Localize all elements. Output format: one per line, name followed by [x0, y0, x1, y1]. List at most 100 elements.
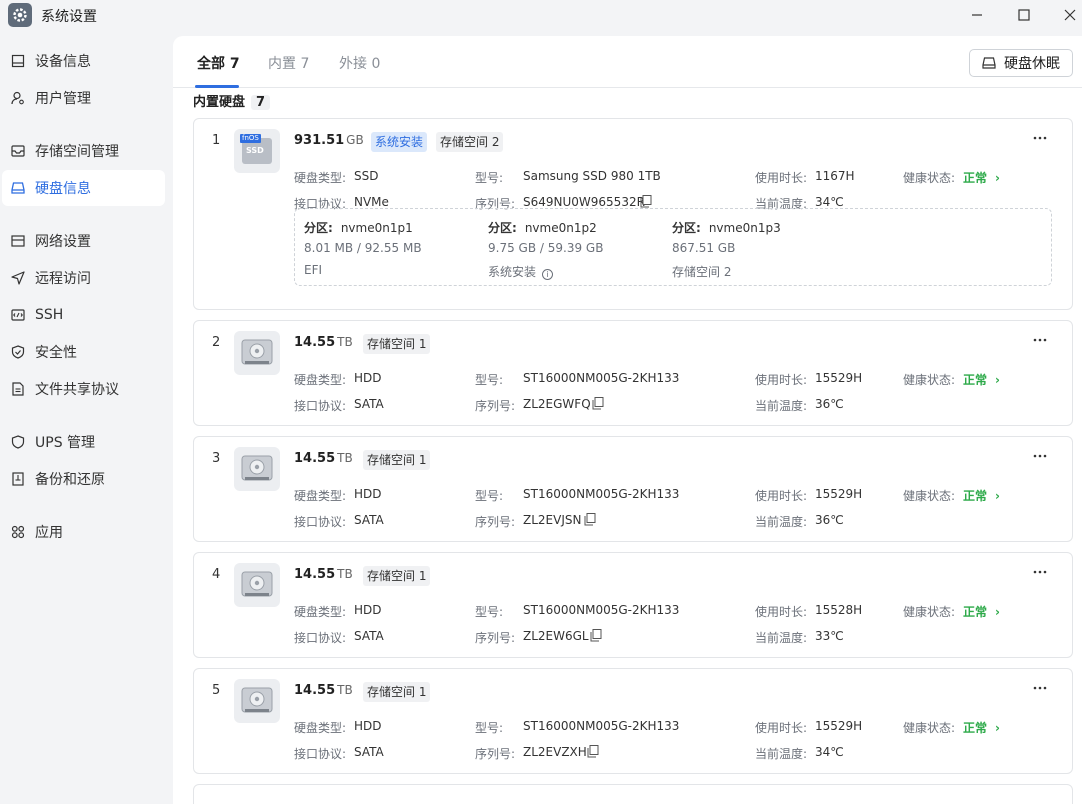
copy-icon[interactable]	[592, 397, 604, 410]
copy-icon[interactable]	[590, 629, 602, 642]
capacity-unit: TB	[337, 683, 353, 697]
partition-usage: 867.51 GB	[672, 241, 736, 255]
tab-external[interactable]: 外接 0	[339, 53, 380, 73]
uptime-label: 使用时长:	[755, 171, 808, 185]
sidebar-item-remote-access[interactable]: 远程访问	[2, 260, 165, 296]
temperature-value: 33℃	[815, 629, 844, 643]
model-label: 型号:	[475, 489, 504, 503]
health-label: 健康状态:	[903, 721, 956, 735]
sidebar-item-backup[interactable]: 备份和还原	[2, 461, 165, 497]
info-icon[interactable]: i	[542, 269, 554, 280]
sidebar-item-label: 备份和还原	[35, 472, 105, 488]
interface-value: SATA	[354, 629, 384, 643]
chevron-right-icon: ›	[995, 373, 1000, 387]
partition-title: 分区: nvme0n1p1	[304, 219, 413, 236]
sidebar-item-label: 硬盘信息	[35, 181, 91, 197]
more-options-icon[interactable]	[1030, 681, 1050, 695]
capacity-unit: GB	[346, 133, 364, 147]
tab-bar: 全部 7 内置 7 外接 0	[173, 36, 1082, 88]
tag-storage-space[interactable]: 存储空间 2	[436, 132, 504, 152]
interface-value: NVMe	[354, 195, 389, 209]
health-label: 健康状态:	[903, 171, 956, 185]
health-status-link[interactable]: 正常 ›	[963, 371, 1000, 388]
partition-label: 分区:	[672, 221, 701, 235]
capacity-value: 14.55	[294, 335, 336, 350]
uptime-label: 使用时长:	[755, 373, 808, 387]
sidebar-item-disk-info[interactable]: 硬盘信息	[2, 170, 165, 206]
sidebar-item-label: 应用	[35, 525, 63, 541]
capacity-unit: TB	[337, 451, 353, 465]
more-options-icon[interactable]	[1030, 449, 1050, 463]
disk-capacity: 14.55 TB	[294, 683, 353, 698]
disk-index: 2	[212, 335, 221, 350]
health-status-link[interactable]: 正常 ›	[963, 487, 1000, 504]
tag-storage-space[interactable]: 存储空间 1	[363, 566, 431, 586]
copy-icon[interactable]	[584, 513, 596, 526]
copy-icon[interactable]	[640, 195, 652, 208]
disk-type-label: 硬盘类型:	[294, 489, 347, 503]
sidebar-item-storage[interactable]: 存储空间管理	[2, 133, 165, 169]
sidebar-item-device-info[interactable]: 设备信息	[2, 43, 165, 79]
sidebar-item-security[interactable]: 安全性	[2, 334, 165, 370]
tab-all[interactable]: 全部 7	[197, 53, 240, 73]
disk-sleep-button[interactable]: 硬盘休眠	[969, 49, 1073, 77]
tag-storage-space[interactable]: 存储空间 1	[363, 682, 431, 702]
hdd-icon	[234, 447, 280, 491]
health-value: 正常	[963, 373, 988, 387]
partition-label: 分区:	[304, 221, 333, 235]
tag-system-install[interactable]: 系统安装	[371, 132, 428, 152]
disk-capacity: 14.55 TB	[294, 335, 353, 350]
section-title-text: 内置硬盘	[193, 95, 246, 110]
interface-value: SATA	[354, 513, 384, 527]
more-options-icon[interactable]	[1030, 131, 1050, 145]
health-value: 正常	[963, 489, 988, 503]
partition-purpose: 存储空间 2	[672, 265, 732, 279]
section-count: 7	[251, 95, 271, 110]
close-button[interactable]	[1055, 2, 1082, 28]
disk-card: 2 14.55 TB 存储空间 1 硬盘类型: HDD 接口协议: SATA 型号…	[193, 320, 1073, 426]
model-value: ST16000NM005G-2KH133	[523, 603, 680, 617]
health-value: 正常	[963, 605, 988, 619]
health-status-link[interactable]: 正常 ›	[963, 603, 1000, 620]
tab-internal[interactable]: 内置 7	[268, 53, 309, 73]
chevron-right-icon: ›	[995, 171, 1000, 185]
sidebar-item-file-sharing[interactable]: 文件共享协议	[2, 371, 165, 407]
disk-type-value: HDD	[354, 487, 382, 501]
uptime-label: 使用时长:	[755, 721, 808, 735]
maximize-button[interactable]	[1009, 2, 1039, 28]
health-label: 健康状态:	[903, 605, 956, 619]
tag-storage-space[interactable]: 存储空间 1	[363, 450, 431, 470]
sidebar-item-network[interactable]: 网络设置	[2, 223, 165, 259]
partition-purpose: 系统安装 i	[488, 263, 554, 280]
temperature-label: 当前温度:	[755, 515, 808, 529]
shield-icon	[10, 344, 26, 360]
sidebar-item-ups[interactable]: UPS 管理	[2, 424, 165, 460]
active-tab-indicator	[195, 85, 239, 88]
copy-icon[interactable]	[587, 745, 599, 758]
sidebar-item-ssh[interactable]: SSH	[2, 297, 165, 333]
health-status-link[interactable]: 正常 ›	[963, 719, 1000, 736]
storage-icon	[10, 143, 26, 159]
sidebar-item-user-management[interactable]: 用户管理	[2, 80, 165, 116]
capacity-value: 14.55	[294, 683, 336, 698]
sidebar-item-label: 设备信息	[35, 54, 91, 70]
partition-label: 分区:	[488, 221, 517, 235]
sidebar: 设备信息 用户管理 存储空间管理 硬盘信息 网络设置 远程访问 SSH 安全性 …	[0, 36, 172, 804]
interface-value: SATA	[354, 397, 384, 411]
disk-type-label: 硬盘类型:	[294, 605, 347, 619]
interface-value: SATA	[354, 745, 384, 759]
tag-storage-space[interactable]: 存储空间 1	[363, 334, 431, 354]
more-options-icon[interactable]	[1030, 333, 1050, 347]
hdd-icon	[234, 563, 280, 607]
uptime-value: 15529H	[815, 371, 863, 385]
minimize-button[interactable]	[962, 2, 992, 28]
sidebar-item-apps[interactable]: 应用	[2, 514, 165, 550]
model-value: ST16000NM005G-2KH133	[523, 719, 680, 733]
temperature-label: 当前温度:	[755, 747, 808, 761]
ssd-icon: fnOS SSD	[234, 129, 280, 173]
health-status-link[interactable]: 正常 ›	[963, 169, 1000, 186]
backup-icon	[10, 471, 26, 487]
partition-panel: 分区: nvme0n1p1 8.01 MB / 92.55 MB EFI 分区: n…	[294, 208, 1052, 286]
remote-icon	[10, 270, 26, 286]
more-options-icon[interactable]	[1030, 565, 1050, 579]
